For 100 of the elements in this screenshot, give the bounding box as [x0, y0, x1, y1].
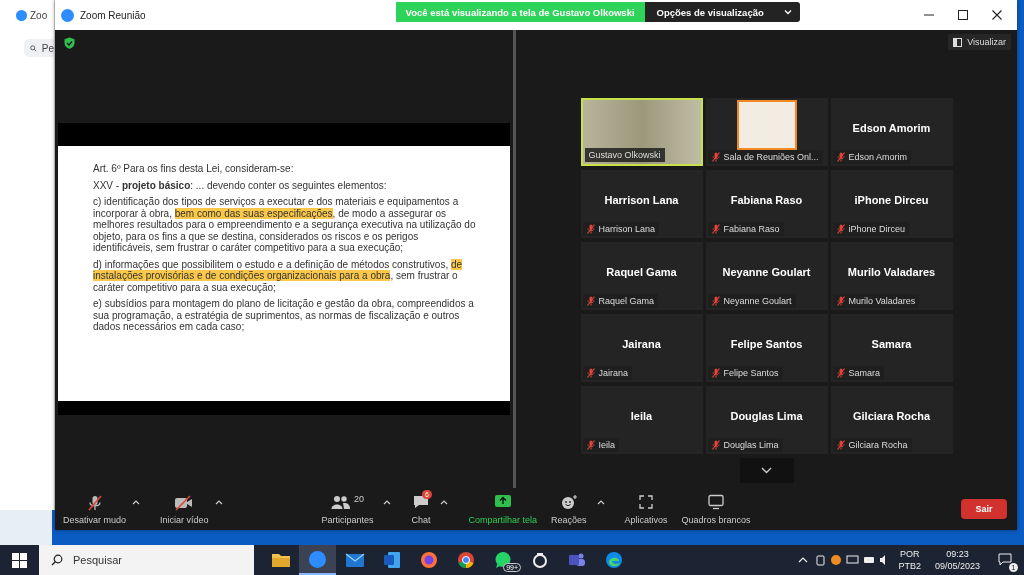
participant-tile[interactable]: Ieila Ieila — [580, 386, 703, 454]
maximize-icon[interactable] — [957, 9, 969, 21]
muted-mic-icon — [711, 440, 720, 450]
slide-paragraph: e) subsídios para montagem do plano de licitação e gestão da obra, compreendidos a sua programação, a estratégia de suprimentos, as normas de fiscalização e outros dados necessários em cada caso; — [93, 298, 475, 333]
muted-mic-icon — [836, 224, 845, 234]
participant-name: Harrison Lana — [604, 194, 679, 206]
muted-mic-icon — [836, 440, 845, 450]
participant-tile[interactable]: Samara Samara — [830, 314, 953, 382]
participant-tile[interactable]: Neyanne Goulart Neyanne Goulart — [705, 242, 828, 310]
participant-name: Felipe Santos — [730, 338, 803, 350]
people-icon — [567, 551, 586, 569]
participant-tile[interactable]: Felipe Santos Felipe Santos — [705, 314, 828, 382]
shield-icon[interactable] — [64, 37, 75, 49]
taskbar-search-field[interactable]: Pesquisar — [39, 545, 254, 575]
people-icon — [330, 493, 351, 510]
chevron-down-icon — [783, 9, 792, 15]
apps-icon — [638, 493, 655, 510]
search-field[interactable]: Pe — [24, 39, 54, 57]
participant-tile[interactable]: Douglas Lima Douglas Lima — [705, 386, 828, 454]
muted-mic-icon — [586, 224, 595, 234]
participant-tile[interactable]: Gilciara Rocha Gilciara Rocha — [830, 386, 953, 454]
participant-count: 20 — [353, 493, 364, 504]
zoom-logo-icon — [16, 10, 27, 21]
participant-name: Douglas Lima — [730, 410, 803, 422]
muted-mic-icon — [711, 296, 720, 306]
browser-icon — [456, 551, 475, 569]
participant-name: Raquel Gama — [606, 266, 677, 278]
participant-tile[interactable]: Sala de Reuniões Onl... — [705, 98, 828, 166]
name-label: Murilo Valadares — [832, 294, 920, 308]
name-label: Samara — [832, 366, 884, 380]
participant-tile[interactable]: Edson Amorim Edson Amorim — [830, 98, 953, 166]
muted-mic-icon — [836, 368, 845, 378]
participant-name: Samara — [871, 338, 912, 350]
name-label: Raquel Gama — [582, 294, 659, 308]
slide-paragraph: XXV - projeto básico: ... devendo conter os seguintes elementos: — [93, 179, 388, 191]
whiteboards-button[interactable]: Quadros brancos — [675, 493, 757, 525]
window-title: Zoom Reunião — [80, 9, 146, 21]
name-label: Sala de Reuniões Onl... — [707, 150, 823, 164]
start-video-button[interactable]: Iniciar vídeo — [152, 493, 213, 525]
participant-name: Murilo Valadares — [847, 266, 936, 278]
name-label: Gustavo Olkowski — [584, 148, 665, 162]
participant-tile[interactable]: Jairana Jairana — [580, 314, 703, 382]
leave-button[interactable]: Sair — [961, 499, 1007, 519]
whiteboard-icon — [707, 493, 726, 510]
layout-icon — [953, 37, 963, 47]
participant-name: Gilciara Rocha — [852, 410, 930, 422]
muted-mic-icon — [85, 493, 104, 512]
participants-button[interactable]: 20 Participantes — [315, 493, 380, 525]
caret-icon[interactable] — [596, 499, 605, 505]
name-label: Ieila — [582, 438, 619, 452]
profile-image-placeholder — [736, 100, 797, 150]
name-label: Jairana — [582, 366, 633, 380]
search-icon — [51, 554, 63, 566]
chevron-up-icon[interactable] — [798, 557, 809, 563]
name-label: Felipe Santos — [707, 366, 783, 380]
browser-icon — [604, 551, 623, 569]
caret-icon[interactable] — [132, 499, 141, 505]
view-button[interactable]: Visualizar — [948, 34, 1011, 50]
muted-mic-icon — [586, 296, 595, 306]
document-icon — [382, 551, 401, 569]
mail-icon — [344, 552, 365, 568]
clock[interactable]: 09:23 09/05/2023 — [928, 548, 986, 572]
participant-tile[interactable]: Harrison Lana Harrison Lana — [580, 170, 703, 238]
muted-mic-icon — [711, 224, 720, 234]
window-title: Zoo — [30, 10, 49, 21]
reactions-button[interactable]: Reações — [545, 493, 593, 525]
caret-icon[interactable] — [214, 499, 223, 505]
muted-mic-icon — [586, 440, 595, 450]
view-options-button[interactable]: Opções de visualização — [644, 2, 800, 22]
input-language-indicator[interactable]: POR PTB2 — [898, 548, 921, 572]
participant-name: Jairana — [622, 338, 661, 350]
muted-mic-icon — [836, 152, 845, 162]
participant-tile[interactable]: iPhone Dirceu iPhone Dirceu — [830, 170, 953, 238]
muted-mic-icon — [586, 368, 595, 378]
ring-icon — [530, 551, 549, 569]
share-screen-button[interactable]: Compartilhar tela — [462, 493, 543, 525]
unmute-button[interactable]: Desativar mudo — [55, 493, 131, 525]
video-off-icon — [174, 493, 195, 512]
caret-icon[interactable] — [440, 499, 449, 505]
muted-mic-icon — [836, 296, 845, 306]
slide-paragraph: c) identificação dos tipos de serviços a executar e dos materiais e equipamentos a incorporar à obra, bem como das suas especificações, de modo a assegurar os melhores resultados para o empreendimento e a segurança executiva na utilização do objeto, para os fins a que se destina, considerados os riscos e os perigos identificáveis, sem frustrar o caráter competitivo para a sua execução; — [93, 196, 477, 254]
participant-tile[interactable]: Gustavo Olkowski — [580, 98, 703, 166]
windows-start-icon[interactable] — [12, 552, 27, 568]
participant-name: Ieila — [630, 410, 653, 422]
close-icon[interactable] — [991, 9, 1003, 21]
participant-tile[interactable]: Raquel Gama Raquel Gama — [580, 242, 703, 310]
chat-bubble-icon — [411, 493, 430, 510]
slide-paragraph: Art. 6º Para os fins desta Lei, consideram-se: — [93, 163, 295, 175]
name-label: iPhone Dirceu — [832, 222, 910, 236]
apps-button[interactable]: Aplicativos — [618, 493, 674, 525]
participant-name: Neyanne Goulart — [722, 266, 811, 278]
name-label: Neyanne Goulart — [707, 294, 796, 308]
name-label: Edson Amorim — [832, 150, 912, 164]
participant-tile[interactable]: Murilo Valadares Murilo Valadares — [830, 242, 953, 310]
participant-name: Fabiana Raso — [730, 194, 803, 206]
participant-tile[interactable]: Fabiana Raso Fabiana Raso — [705, 170, 828, 238]
caret-icon[interactable] — [383, 499, 392, 505]
name-label: Harrison Lana — [582, 222, 660, 236]
muted-mic-icon — [711, 368, 720, 378]
name-label: Gilciara Rocha — [832, 438, 912, 452]
